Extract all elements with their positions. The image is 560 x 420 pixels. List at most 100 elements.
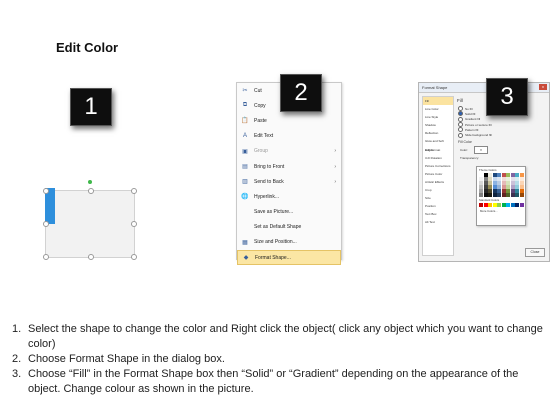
color-swatch[interactable] (515, 193, 519, 198)
color-swatch[interactable] (497, 185, 501, 189)
category-item[interactable]: Glow and Soft Edges (423, 137, 453, 151)
menu-item[interactable]: 📋 Paste (237, 113, 341, 128)
color-swatch[interactable] (488, 189, 492, 193)
color-swatch[interactable] (501, 193, 506, 198)
category-item[interactable]: 3-D Rotation (423, 154, 453, 162)
color-swatch[interactable] (501, 173, 506, 177)
color-swatch[interactable] (506, 185, 510, 189)
color-swatch[interactable] (497, 173, 501, 177)
menu-item[interactable]: 🌐 Hyperlink... (237, 189, 341, 204)
fill-option[interactable]: Slide background fill (455, 132, 545, 138)
menu-item[interactable]: ◆ Format Shape... (237, 250, 341, 266)
color-swatch[interactable] (483, 185, 488, 189)
color-swatch[interactable] (515, 203, 519, 207)
color-swatch[interactable] (488, 203, 492, 207)
color-swatch[interactable] (515, 181, 519, 185)
color-swatch[interactable] (483, 189, 488, 193)
color-swatch[interactable] (506, 193, 510, 198)
resize-handle[interactable] (43, 221, 49, 227)
more-colors-link[interactable]: More Colors... (477, 207, 525, 213)
close-button[interactable]: Close (525, 248, 545, 257)
menu-item[interactable]: ▤ Bring to Front › (237, 159, 341, 174)
color-swatch[interactable] (497, 189, 501, 193)
menu-item[interactable]: A Edit Text (237, 129, 341, 144)
category-item[interactable]: 3-D Format (423, 146, 453, 154)
color-swatch[interactable] (506, 203, 510, 207)
rotation-handle[interactable] (88, 180, 92, 184)
menu-item[interactable]: Set as Default Shape (237, 220, 341, 235)
color-swatch[interactable] (519, 193, 524, 198)
color-picker-button[interactable]: ▾ (474, 145, 489, 154)
color-swatch[interactable] (515, 173, 519, 177)
color-swatch[interactable] (515, 189, 519, 193)
color-swatch[interactable] (519, 173, 524, 177)
category-item[interactable]: Artistic Effects (423, 178, 453, 186)
color-swatch[interactable] (479, 203, 483, 207)
color-swatch[interactable] (483, 173, 488, 177)
color-swatch[interactable] (501, 189, 506, 193)
menu-item[interactable]: ▥ Send to Back › (237, 174, 341, 189)
color-swatch[interactable] (506, 189, 510, 193)
color-swatch[interactable] (488, 177, 492, 181)
color-swatch[interactable] (488, 185, 492, 189)
color-swatch[interactable] (510, 189, 515, 193)
category-item[interactable]: Line Color (423, 105, 453, 113)
color-swatch[interactable] (510, 173, 515, 177)
color-swatch[interactable] (479, 185, 483, 189)
color-swatch[interactable] (519, 181, 524, 185)
category-item[interactable]: Line Style (423, 113, 453, 121)
menu-item[interactable]: ▣ Group › (237, 144, 341, 159)
color-swatch[interactable] (483, 181, 488, 185)
color-swatch[interactable] (501, 181, 506, 185)
resize-handle[interactable] (131, 254, 137, 260)
color-swatch[interactable] (510, 177, 515, 181)
color-swatch[interactable] (497, 181, 501, 185)
color-swatch[interactable] (510, 185, 515, 189)
color-swatch[interactable] (510, 203, 515, 207)
color-swatch[interactable] (492, 189, 497, 193)
category-item[interactable]: Reflection (423, 129, 453, 137)
color-swatch[interactable] (483, 193, 488, 198)
color-swatch[interactable] (483, 203, 488, 207)
resize-handle[interactable] (43, 188, 49, 194)
resize-handle[interactable] (43, 254, 49, 260)
close-icon[interactable]: x (539, 84, 547, 90)
color-swatch[interactable] (510, 193, 515, 198)
color-swatch[interactable] (501, 177, 506, 181)
color-swatch[interactable] (488, 173, 492, 177)
color-swatch[interactable] (506, 177, 510, 181)
color-swatch[interactable] (492, 173, 497, 177)
menu-item[interactable]: ▦ Size and Position... (237, 235, 341, 250)
color-swatch[interactable] (519, 203, 524, 207)
category-item[interactable]: Picture Color (423, 170, 453, 178)
color-swatch[interactable] (492, 177, 497, 181)
color-swatch[interactable] (483, 177, 488, 181)
menu-item[interactable]: Save as Picture... (237, 205, 341, 220)
color-swatch[interactable] (497, 203, 501, 207)
resize-handle[interactable] (131, 188, 137, 194)
color-swatch[interactable] (488, 193, 492, 198)
category-item[interactable]: Text Box (423, 210, 453, 218)
resize-handle[interactable] (88, 254, 94, 260)
color-swatch[interactable] (479, 173, 483, 177)
color-swatch[interactable] (519, 177, 524, 181)
category-item[interactable]: Alt Text (423, 218, 453, 226)
color-swatch[interactable] (501, 185, 506, 189)
color-swatch[interactable] (497, 193, 501, 198)
color-swatch[interactable] (479, 181, 483, 185)
color-swatch[interactable] (515, 185, 519, 189)
color-swatch[interactable] (506, 181, 510, 185)
color-swatch[interactable] (492, 185, 497, 189)
category-item[interactable]: Fill (423, 97, 453, 106)
color-swatch[interactable] (479, 189, 483, 193)
category-item[interactable]: Picture Corrections (423, 162, 453, 170)
category-item[interactable]: Shadow (423, 121, 453, 129)
color-swatch[interactable] (519, 185, 524, 189)
color-swatch[interactable] (497, 177, 501, 181)
category-item[interactable]: Size (423, 194, 453, 202)
color-swatch[interactable] (506, 173, 510, 177)
color-swatch[interactable] (515, 177, 519, 181)
category-item[interactable]: Position (423, 202, 453, 210)
color-swatch[interactable] (510, 181, 515, 185)
color-swatch[interactable] (488, 181, 492, 185)
